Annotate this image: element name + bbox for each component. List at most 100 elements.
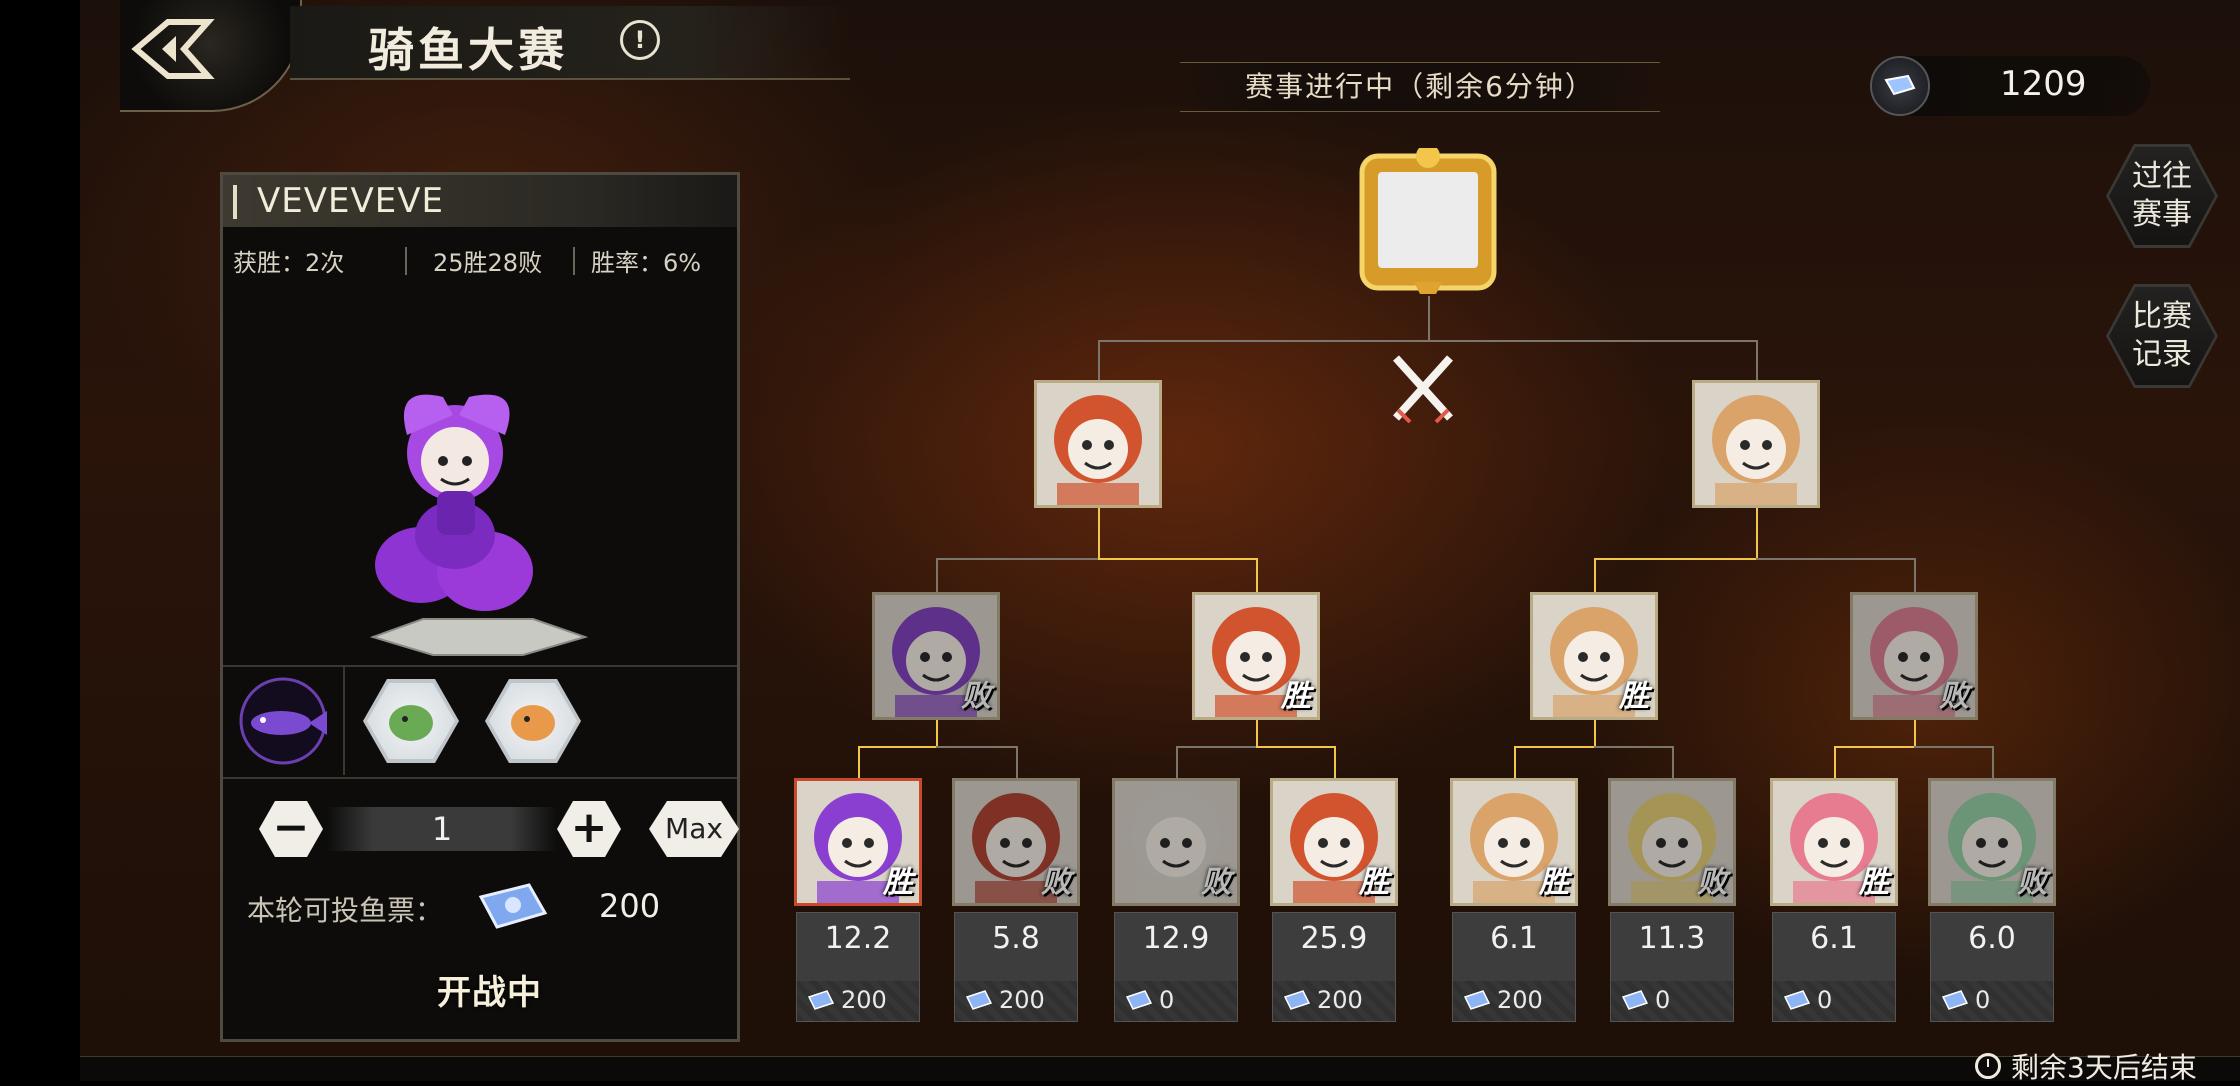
past-events-label: 过往 赛事: [2109, 147, 2215, 245]
bracket-connector: [1176, 746, 1178, 778]
round1-portrait[interactable]: 胜: [1770, 778, 1898, 906]
semifinal-portrait[interactable]: [1692, 380, 1820, 508]
bet-amount-row: 200: [1273, 981, 1395, 1021]
win-badge: 胜: [1859, 865, 1889, 900]
round1-portrait[interactable]: 败: [952, 778, 1080, 906]
loss-badge: 败: [1201, 865, 1231, 900]
wins-count: 获胜：2次: [233, 249, 345, 277]
fish-ticket-icon: [1125, 990, 1153, 1010]
fish-icon: [239, 677, 327, 765]
selected-fish[interactable]: [223, 667, 345, 775]
odds-card[interactable]: 6.0 0: [1930, 912, 2054, 1022]
remaining-text: 剩余3天后结束: [2011, 1051, 2197, 1084]
bracket-connector: [1016, 746, 1018, 778]
fish-option-orange[interactable]: [485, 679, 581, 763]
bet-quantity-input[interactable]: 1: [327, 807, 557, 851]
fish-option-orange-art: [489, 683, 577, 759]
bracket-connector: [936, 746, 1016, 748]
bracket-connector: [1256, 720, 1258, 746]
fish-ticket-icon: [1283, 990, 1311, 1010]
bracket-connector: [1256, 746, 1334, 748]
clock-icon: [1975, 1053, 2001, 1079]
win-badge: 胜: [883, 865, 913, 900]
bet-amount-row: 0: [1611, 981, 1733, 1021]
odds-card[interactable]: 5.8 200: [954, 912, 1078, 1022]
info-icon[interactable]: !: [620, 20, 660, 60]
fish-ticket-icon: [807, 990, 835, 1010]
bracket-connector: [936, 558, 1098, 560]
win-badge: 胜: [1539, 865, 1569, 900]
fish-option-green-art: [367, 683, 455, 759]
increase-button[interactable]: +: [557, 801, 621, 857]
bracket-connector: [1756, 558, 1914, 560]
event-status: 赛事进行中（剩余6分钟）: [1180, 62, 1660, 112]
bracket-connector: [1098, 558, 1256, 560]
round1-portrait[interactable]: 败: [1112, 778, 1240, 906]
ticket-allowance: 本轮可投鱼票： 200: [247, 875, 727, 935]
loss-badge: 败: [1041, 865, 1071, 900]
bet-amount: 0: [1817, 986, 1833, 1014]
semifinal-portrait[interactable]: [1034, 380, 1162, 508]
stats-divider: [405, 247, 407, 275]
bracket-connector: [1594, 720, 1596, 746]
bracket-connector: [1594, 558, 1596, 592]
page-title: 骑鱼大赛: [368, 23, 568, 77]
round2-portrait[interactable]: 败: [1850, 592, 1978, 720]
round1-portrait[interactable]: 败: [1928, 778, 2056, 906]
round2-portrait[interactable]: 败: [872, 592, 1000, 720]
odds-card[interactable]: 6.1 0: [1772, 912, 1896, 1022]
ticket-value: 200: [599, 887, 661, 925]
win-badge: 胜: [1281, 679, 1311, 714]
odds-card[interactable]: 11.3 0: [1610, 912, 1734, 1022]
bracket-connector: [1914, 720, 1916, 746]
round1-portrait[interactable]: 败: [1608, 778, 1736, 906]
odds-value: 6.0: [1968, 921, 2016, 956]
max-button[interactable]: Max: [649, 801, 739, 857]
fish-ticket-icon: [1783, 990, 1811, 1010]
round2-portrait[interactable]: 胜: [1530, 592, 1658, 720]
odds-value: 12.2: [824, 921, 892, 956]
win-loss-record: 25胜28败: [433, 249, 543, 277]
odds-value: 6.1: [1810, 921, 1858, 956]
event-remaining: 剩余3天后结束: [1975, 1046, 2197, 1086]
bet-amount-row: 200: [797, 981, 919, 1021]
loss-badge: 败: [1697, 865, 1727, 900]
bracket-connector: [1594, 558, 1756, 560]
round2-portrait[interactable]: 胜: [1192, 592, 1320, 720]
odds-card[interactable]: 12.2 200: [796, 912, 920, 1022]
currency-value: 1209: [2000, 64, 2087, 104]
bracket-connector: [1756, 508, 1758, 558]
bet-amount-row: 0: [1773, 981, 1895, 1021]
round1-portrait[interactable]: 胜: [1450, 778, 1578, 906]
bracket-connector: [1098, 340, 1100, 380]
player-name: VEVEVEVE: [257, 181, 444, 221]
bracket-connector: [1098, 340, 1756, 342]
bracket-connector: [858, 746, 860, 778]
bet-amount: 200: [841, 986, 887, 1014]
player-stats: 获胜：2次 25胜28败 胜率：6%: [223, 243, 737, 283]
battle-status: 开战中: [437, 973, 542, 1013]
trophy-icon: [1359, 148, 1497, 294]
character-portrait-art: [1037, 383, 1159, 505]
match-records-label: 比赛 记录: [2109, 287, 2215, 385]
crossed-swords-icon: [1393, 355, 1453, 424]
odds-card[interactable]: 12.9 0: [1114, 912, 1238, 1022]
round1-portrait[interactable]: 胜: [1270, 778, 1398, 906]
bracket-connector: [1514, 746, 1594, 748]
player-name-bar: VEVEVEVE: [223, 175, 737, 227]
odds-value: 5.8: [992, 921, 1040, 956]
bracket-connector: [1834, 746, 1914, 748]
fish-option-green[interactable]: [363, 679, 459, 763]
odds-card[interactable]: 6.1 200: [1452, 912, 1576, 1022]
loss-badge: 败: [2017, 865, 2047, 900]
round1-portrait[interactable]: 胜: [794, 778, 922, 906]
bet-amount-row: 200: [1453, 981, 1575, 1021]
decrease-button[interactable]: −: [259, 801, 323, 857]
currency-display: 1209: [1870, 56, 2150, 116]
back-button[interactable]: [128, 14, 218, 84]
odds-card[interactable]: 25.9 200: [1272, 912, 1396, 1022]
fish-selector: [223, 665, 737, 779]
bet-quantity-stepper: − 1 + Max: [253, 801, 739, 865]
bet-amount: 0: [1655, 986, 1671, 1014]
bet-amount: 0: [1159, 986, 1175, 1014]
